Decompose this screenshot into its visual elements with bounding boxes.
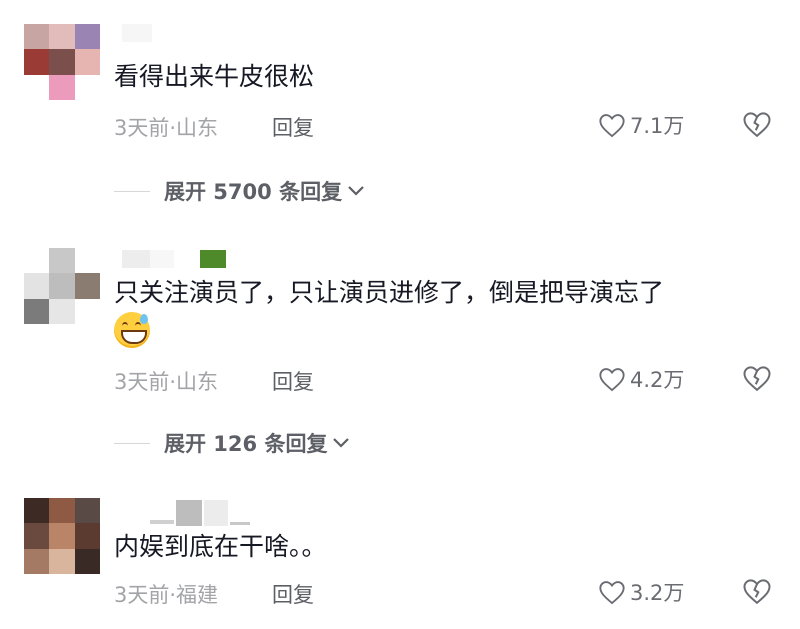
comment-time-location: 3天前·福建 <box>114 583 219 607</box>
grinning-sweat-emoji <box>114 312 150 348</box>
reply-button[interactable]: 回复 <box>272 112 314 142</box>
expand-replies-button[interactable]: 展开 126 条回复 <box>114 426 351 460</box>
divider <box>114 442 150 444</box>
expand-replies-button[interactable]: 展开 5700 条回复 <box>114 174 366 208</box>
comment-meta: 3天前·山东 回复 7.1万 <box>114 108 774 142</box>
like-count: 7.1万 <box>630 114 685 138</box>
chevron-down-icon <box>333 438 350 448</box>
expand-replies-label: 展开 126 条回复 <box>164 432 328 456</box>
comment-text: 看得出来牛皮很松 <box>114 62 315 91</box>
heart-outline-icon <box>599 368 625 392</box>
avatar[interactable] <box>24 24 100 100</box>
avatar[interactable] <box>24 498 100 574</box>
comment-meta: 3天前·福建 回复 3.2万 <box>114 575 774 609</box>
username-blurred[interactable] <box>122 250 226 268</box>
comment-time-location: 3天前·山东 <box>114 370 219 394</box>
comment-text: 只关注演员了，只让演员进修了，倒是把导演忘了 <box>114 278 665 307</box>
like-button[interactable]: 7.1万 <box>598 108 684 142</box>
heart-outline-icon <box>599 581 625 605</box>
expand-replies-label: 展开 5700 条回复 <box>164 180 343 204</box>
comment-meta: 3天前·山东 回复 4.2万 <box>114 362 774 396</box>
broken-heart-icon[interactable] <box>742 577 772 605</box>
chevron-down-icon <box>348 186 364 196</box>
comment-text: 内娱到底在干啥。。 <box>114 532 327 561</box>
like-button[interactable]: 4.2万 <box>598 362 684 396</box>
broken-heart-icon[interactable] <box>742 110 772 138</box>
username-blurred[interactable] <box>122 24 152 42</box>
avatar[interactable] <box>24 248 100 324</box>
like-button[interactable]: 3.2万 <box>598 575 684 609</box>
reply-button[interactable]: 回复 <box>272 366 314 396</box>
heart-outline-icon <box>599 114 625 138</box>
reply-button[interactable]: 回复 <box>272 579 314 609</box>
divider <box>114 190 150 192</box>
comment-time-location: 3天前·山东 <box>114 116 219 140</box>
like-count: 3.2万 <box>630 581 685 605</box>
like-count: 4.2万 <box>630 368 685 392</box>
broken-heart-icon[interactable] <box>742 364 772 392</box>
username-blurred[interactable] <box>150 500 250 526</box>
